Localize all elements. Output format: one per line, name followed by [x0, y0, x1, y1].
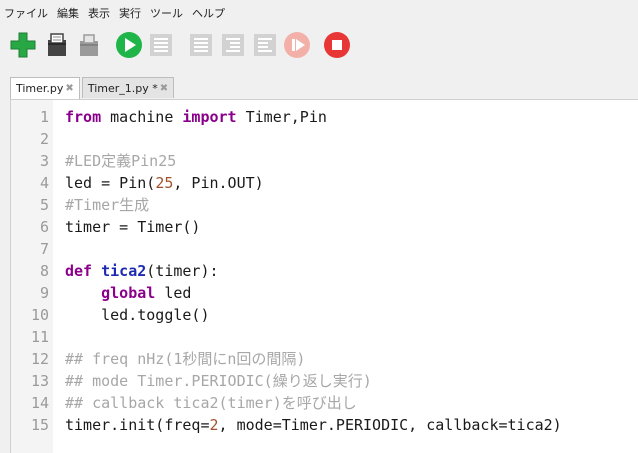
menu-item[interactable]: 実行: [119, 5, 141, 21]
run-icon[interactable]: [114, 30, 144, 60]
line-number: 3: [39, 152, 49, 170]
tab-timer-1-py[interactable]: Timer_1.py * ✖: [81, 77, 175, 98]
menu-item[interactable]: 表示: [88, 5, 110, 21]
code-token: , mode=Timer.PERIODIC, callback=tica2): [218, 416, 562, 434]
resume-icon[interactable]: [282, 30, 312, 60]
code-token: ## freq nHz(1秒間にn回の間隔): [65, 350, 306, 368]
menu-item[interactable]: ファイル: [4, 5, 48, 21]
code-token: from: [65, 108, 102, 126]
save-file-icon[interactable]: [74, 30, 104, 60]
code-line[interactable]: 6 timer = Timer(): [11, 216, 201, 238]
code-token: tica2: [101, 262, 147, 280]
code-token: #Timer生成: [65, 196, 150, 214]
tab-bar: Timer.py ✖ Timer_1.py * ✖: [10, 77, 176, 99]
code-line[interactable]: 15 timer.init(freq=2, mode=Timer.PERIODIC…: [11, 414, 562, 436]
line-number: 6: [39, 218, 49, 236]
line-number: 1: [39, 108, 49, 126]
debug-icon[interactable]: [146, 30, 176, 60]
line-number: 2: [39, 130, 49, 148]
code-token: led = Pin(: [65, 174, 156, 192]
code-line[interactable]: 2: [11, 128, 65, 150]
code-token: machine: [101, 108, 183, 126]
code-token: led.toggle(): [65, 306, 210, 324]
stop-icon[interactable]: [322, 30, 352, 60]
code-line[interactable]: 4 led = Pin(25, Pin.OUT): [11, 172, 264, 194]
close-icon[interactable]: ✖: [65, 83, 73, 94]
line-number: 12: [30, 350, 49, 368]
code-token: led: [155, 284, 192, 302]
code-token: 25: [155, 174, 174, 192]
code-line[interactable]: 11: [11, 326, 65, 348]
code-token: #LED定義Pin25: [65, 152, 177, 170]
code-line[interactable]: 12 ## freq nHz(1秒間にn回の間隔): [11, 348, 306, 370]
line-number: 15: [30, 416, 49, 434]
code-line[interactable]: 5 #Timer生成: [11, 194, 149, 216]
close-icon[interactable]: ✖: [160, 83, 168, 94]
tab-label: Timer_1.py *: [87, 81, 158, 95]
code-token: timer = Timer(): [65, 218, 201, 236]
step-into-icon[interactable]: [218, 30, 248, 60]
code-token: 2: [209, 416, 219, 434]
new-file-icon[interactable]: [8, 30, 38, 60]
code-line[interactable]: 7: [11, 238, 65, 260]
tab-label: Timer.py: [16, 82, 64, 95]
code-token: (timer):: [146, 262, 219, 280]
open-file-icon[interactable]: [42, 30, 72, 60]
line-number: 10: [30, 306, 49, 324]
code-line[interactable]: 9 global led: [11, 282, 191, 304]
code-editor[interactable]: 1 from machine import Timer,Pin 2 3 #LED定義Pi…: [10, 99, 638, 453]
code-token: import: [182, 108, 237, 126]
code-line[interactable]: 13 ## mode Timer.PERIODIC(繰り返し実行): [11, 370, 372, 392]
line-number: 4: [39, 174, 49, 192]
line-number: 5: [39, 196, 49, 214]
menu-item[interactable]: ツール: [150, 5, 183, 21]
line-number: 8: [39, 262, 49, 280]
menu-item[interactable]: ヘルプ: [192, 5, 225, 21]
tab-timer-py[interactable]: Timer.py ✖: [10, 77, 80, 99]
code-line[interactable]: 3 #LED定義Pin25: [11, 150, 176, 172]
code-token: timer.init(freq=: [65, 416, 210, 434]
code-token: Timer,Pin: [236, 108, 327, 126]
code-line[interactable]: 10 led.toggle(): [11, 304, 210, 326]
code-token: ## mode Timer.PERIODIC(繰り返し実行): [65, 372, 372, 390]
code-line[interactable]: 8 def tica2(timer):: [11, 260, 219, 282]
toolbar: [0, 30, 638, 66]
code-token: global: [101, 284, 156, 302]
line-number: 11: [30, 328, 49, 346]
code-line[interactable]: 14 ## callback tica2(timer)を呼び出し: [11, 392, 357, 414]
line-number: 14: [30, 394, 49, 412]
line-number: 7: [39, 240, 49, 258]
code-token: def: [65, 262, 93, 280]
code-token: , Pin.OUT): [173, 174, 264, 192]
line-number: 9: [39, 284, 49, 302]
menu-item[interactable]: 編集: [57, 5, 79, 21]
code-line[interactable]: 1 from machine import Timer,Pin: [11, 106, 327, 128]
step-over-icon[interactable]: [186, 30, 216, 60]
step-out-icon[interactable]: [250, 30, 280, 60]
menu-bar: ファイル 編集 表示 実行 ツール ヘルプ: [0, 0, 638, 26]
code-token: ## callback tica2(timer)を呼び出し: [65, 394, 357, 412]
line-number: 13: [30, 372, 49, 390]
